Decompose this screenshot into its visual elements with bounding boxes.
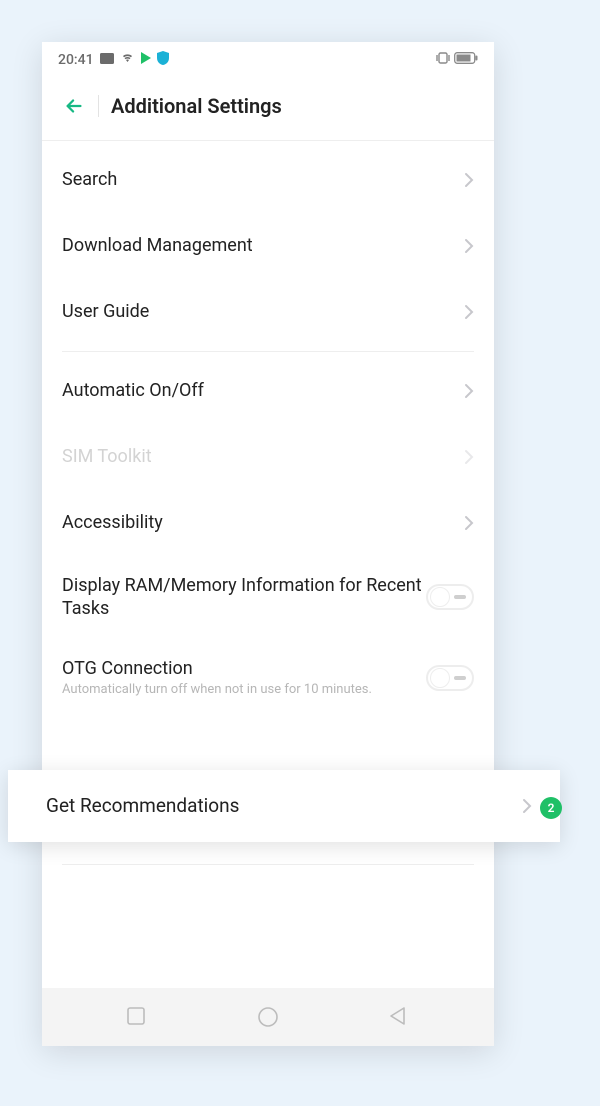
row-get-recommendations[interactable]: Get Recommendations [8, 770, 560, 842]
row-accessibility[interactable]: Accessibility [42, 490, 494, 556]
chevron-right-icon [464, 172, 474, 188]
chevron-right-icon [464, 449, 474, 465]
row-automatic-on-off[interactable]: Automatic On/Off [42, 358, 494, 424]
toggle-display-ram[interactable] [426, 584, 474, 610]
status-right [436, 52, 478, 68]
row-label: Get Recommendations [46, 794, 239, 819]
header-divider [98, 95, 99, 117]
row-label: Display RAM/Memory Information for Recen… [62, 574, 426, 621]
nav-bar [42, 988, 494, 1046]
row-sublabel: Automatically turn off when not in use f… [62, 682, 372, 699]
back-button[interactable] [56, 88, 92, 124]
battery-icon [454, 52, 478, 68]
play-icon [141, 52, 151, 68]
status-bar: 20:41 [42, 42, 494, 78]
chevron-right-icon [464, 383, 474, 399]
dnd-icon [100, 52, 114, 68]
chevron-right-icon [464, 304, 474, 320]
row-label: User Guide [62, 300, 464, 323]
nav-back-icon[interactable] [388, 1006, 410, 1028]
shield-icon [157, 51, 169, 69]
chevron-right-icon [522, 798, 532, 814]
nav-recents-icon[interactable] [126, 1006, 148, 1028]
page-title: Additional Settings [111, 94, 282, 118]
row-label: Accessibility [62, 511, 464, 534]
header: Additional Settings [42, 78, 494, 140]
chevron-right-icon [464, 515, 474, 531]
toggle-otg[interactable] [426, 665, 474, 691]
row-user-guide[interactable]: User Guide [42, 279, 494, 345]
row-otg-connection[interactable]: OTG Connection Automatically turn off wh… [42, 639, 494, 717]
row-label: Download Management [62, 234, 464, 257]
status-time: 20:41 [58, 52, 94, 68]
row-download-management[interactable]: Download Management [42, 213, 494, 279]
row-label: Search [62, 168, 464, 191]
row-label: OTG Connection [62, 657, 426, 680]
nav-home-icon[interactable] [257, 1006, 279, 1028]
row-label: SIM Toolkit [62, 445, 464, 468]
row-search[interactable]: Search [42, 147, 494, 213]
settings-screen: 20:41 Addit [42, 42, 494, 1046]
chevron-right-icon [464, 238, 474, 254]
step-badge: 2 [540, 797, 562, 819]
row-display-ram[interactable]: Display RAM/Memory Information for Recen… [42, 556, 494, 639]
row-label: Automatic On/Off [62, 379, 464, 402]
row-sim-toolkit: SIM Toolkit [42, 424, 494, 490]
status-left: 20:41 [58, 51, 169, 69]
vibrate-icon [436, 52, 450, 68]
settings-list: Search Download Management User Guide Au… [42, 141, 494, 988]
wifi-icon [120, 52, 135, 68]
